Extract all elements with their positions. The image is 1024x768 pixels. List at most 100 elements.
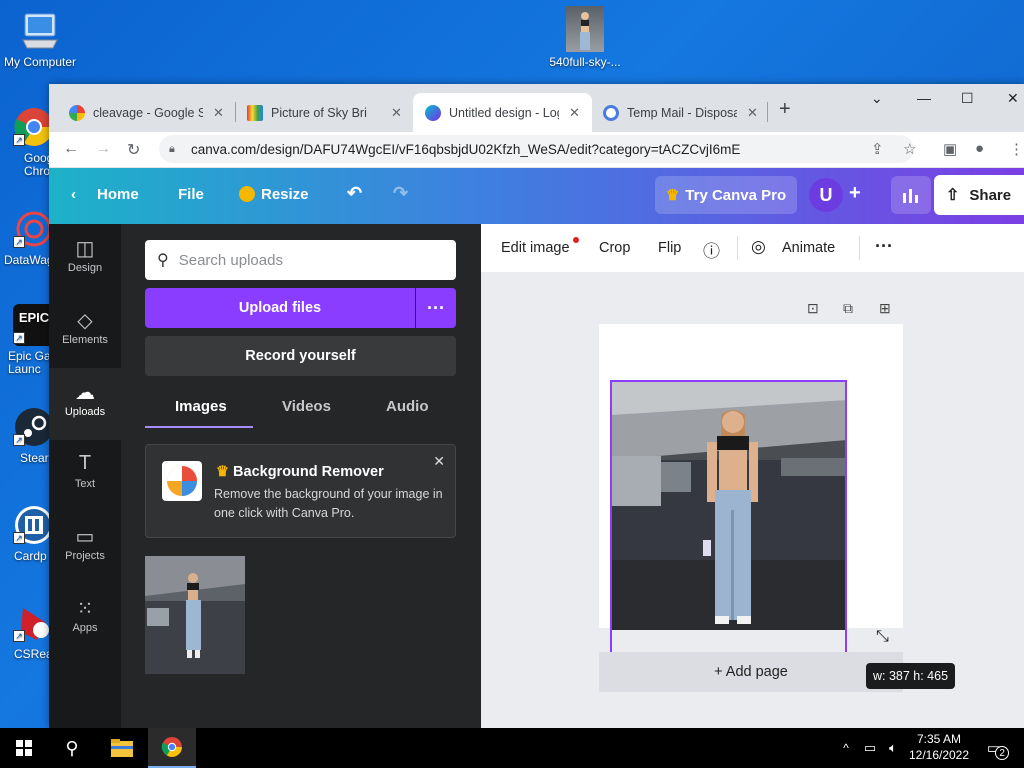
undo-icon[interactable]: ↶	[347, 183, 362, 204]
dimensions-tooltip: w: 387 h: 465	[866, 663, 955, 689]
rail-item-elements[interactable]: ◇ Elements	[49, 296, 121, 368]
shortcut-arrow-icon: ↗	[13, 236, 25, 248]
notifications-icon[interactable]: ▭ 2	[980, 728, 1016, 768]
rail-label: Projects	[65, 550, 105, 562]
crop-button[interactable]: Crop	[599, 240, 630, 256]
file-explorer-icon[interactable]	[98, 728, 146, 768]
close-icon[interactable]: ✕	[747, 105, 758, 121]
rail-item-apps[interactable]: ⁙ Apps	[49, 584, 121, 656]
lock-page-icon[interactable]: ⊡	[807, 300, 819, 317]
picture-site-icon	[247, 104, 263, 121]
uploaded-image-thumbnail[interactable]	[145, 556, 245, 674]
promo-description: Remove the background of your image in o…	[214, 487, 443, 520]
tab-search-icon[interactable]: ⌄	[871, 90, 883, 107]
profile-icon[interactable]: ●	[975, 140, 984, 157]
redo-icon[interactable]: ↷	[393, 183, 408, 204]
address-bar: ← → ↻ 🔒︎ canva.com/design/DAFU74WgcEI/vF…	[49, 132, 1024, 168]
rail-label: Text	[74, 478, 96, 490]
windows-icon	[16, 740, 32, 756]
background-remover-promo[interactable]: ♛ Background Remover Remove the backgrou…	[145, 444, 456, 538]
close-window-button[interactable]: ✕	[1007, 90, 1019, 107]
back-arrow-icon[interactable]: ←	[63, 140, 79, 158]
tab-divider	[767, 102, 768, 122]
share-page-icon[interactable]: ⇪	[871, 140, 884, 158]
avatar[interactable]: U	[809, 178, 843, 212]
url-text: canva.com/design/DAFU74WgcEI/vF16qbsbjdU…	[191, 141, 741, 157]
tab-audio[interactable]: Audio	[386, 398, 429, 415]
upload-files-button[interactable]: Upload files	[145, 288, 415, 328]
try-canva-pro-button[interactable]: ♛ Try Canva Pro	[655, 176, 797, 214]
reload-icon[interactable]: ↻	[127, 140, 140, 160]
resize-button[interactable]: Resize	[261, 186, 309, 203]
clock-time: 7:35 AM	[916, 732, 962, 746]
insights-button[interactable]	[891, 176, 931, 214]
shortcut-arrow-icon: ↗	[13, 434, 25, 446]
promo-title-wrap: ♛ Background Remover	[216, 464, 384, 480]
google-icon	[69, 104, 85, 121]
elements-icon: ◇	[77, 310, 93, 332]
close-icon[interactable]: ✕	[213, 105, 224, 121]
start-button[interactable]	[0, 728, 48, 768]
toolbar-divider	[737, 236, 738, 260]
new-tab-button[interactable]: +	[779, 98, 791, 121]
search-placeholder: Search uploads	[178, 251, 283, 269]
tab-picture[interactable]: Picture of Sky Bri ✕	[235, 93, 414, 132]
minimize-button[interactable]: —	[917, 90, 931, 106]
tab-google-search[interactable]: cleavage - Google Se ✕	[57, 93, 236, 132]
search-uploads-input[interactable]: ⚲ Search uploads	[145, 240, 456, 280]
more-options-icon[interactable]: ···	[416, 288, 456, 328]
rail-label: Elements	[62, 334, 108, 346]
tab-strip: cleavage - Google Se ✕ Picture of Sky Br…	[49, 84, 1024, 132]
notification-count: 2	[995, 746, 1010, 760]
bookmark-star-icon[interactable]: ☆	[903, 140, 916, 158]
url-field[interactable]: 🔒︎ canva.com/design/DAFU74WgcEI/vF16qbsb…	[159, 135, 914, 163]
duplicate-page-icon[interactable]: ⧉	[843, 300, 853, 317]
record-yourself-button[interactable]: Record yourself	[145, 336, 456, 376]
tab-temp-mail[interactable]: Temp Mail - Disposal ✕	[591, 93, 770, 132]
edit-image-button[interactable]: Edit image	[501, 240, 570, 256]
editor-canvas-area: Edit image Crop Flip ⓘ ◎ Animate ··· ⊡ ⧉…	[481, 224, 1024, 728]
maximize-button[interactable]: ☐	[961, 90, 974, 107]
rail-item-uploads[interactable]: ☁ Uploads	[49, 368, 121, 440]
desktop-file-icon[interactable]: 540full-sky-...	[543, 6, 627, 69]
rail-item-text[interactable]: T Text	[49, 440, 121, 512]
context-toolbar: Edit image Crop Flip ⓘ ◎ Animate ···	[481, 224, 1024, 272]
upload-arrow-icon: ⇧	[946, 187, 960, 204]
file-menu-button[interactable]: File	[178, 186, 204, 203]
promo-title: Background Remover	[233, 464, 384, 480]
forward-arrow-icon[interactable]: →	[95, 140, 111, 158]
rail-label: Uploads	[64, 406, 106, 418]
info-icon[interactable]: ⓘ	[703, 237, 720, 262]
tab-title: Picture of Sky Bri	[271, 105, 367, 120]
add-page-icon[interactable]: ⊞	[879, 300, 891, 317]
close-icon[interactable]: ✕	[569, 105, 580, 121]
close-icon[interactable]: ✕	[433, 453, 445, 470]
add-page-button[interactable]: + Add page	[599, 652, 903, 692]
share-button[interactable]: ⇧ Share	[934, 175, 1024, 215]
add-people-icon[interactable]: +	[849, 182, 861, 205]
tab-videos[interactable]: Videos	[282, 398, 331, 415]
desktop-icon-my-computer[interactable]: My Computer	[0, 10, 80, 69]
home-button[interactable]: Home	[97, 186, 139, 203]
animate-button[interactable]: Animate	[782, 240, 835, 256]
rail-item-design[interactable]: ◫ Design	[49, 224, 121, 296]
side-panel-icon[interactable]: ▣	[943, 140, 957, 158]
network-icon[interactable]: ▭	[858, 728, 882, 768]
tab-canva[interactable]: Untitled design - Log ✕	[413, 93, 592, 132]
flip-button[interactable]: Flip	[658, 240, 681, 256]
chevron-left-icon[interactable]: ‹	[71, 186, 76, 203]
uploads-panel: ⚲ Search uploads Upload files ··· Record…	[121, 224, 481, 728]
volume-icon[interactable]: 🔈︎	[882, 728, 904, 768]
more-options-icon[interactable]: ···	[875, 236, 893, 257]
tab-title: cleavage - Google Se	[93, 105, 203, 120]
rail-item-projects[interactable]: ▭ Projects	[49, 512, 121, 584]
chrome-taskbar-icon[interactable]	[148, 728, 196, 768]
rail-label: Apps	[72, 622, 98, 634]
menu-icon[interactable]: ⋮	[1009, 140, 1024, 158]
search-icon[interactable]: ⚲	[48, 728, 96, 768]
close-icon[interactable]: ✕	[391, 105, 402, 121]
chevron-up-icon[interactable]: ^	[836, 728, 856, 768]
tab-images[interactable]: Images	[175, 398, 227, 415]
animate-icon: ◎	[751, 237, 766, 256]
system-clock[interactable]: 7:35 AM 12/16/2022	[906, 731, 972, 763]
